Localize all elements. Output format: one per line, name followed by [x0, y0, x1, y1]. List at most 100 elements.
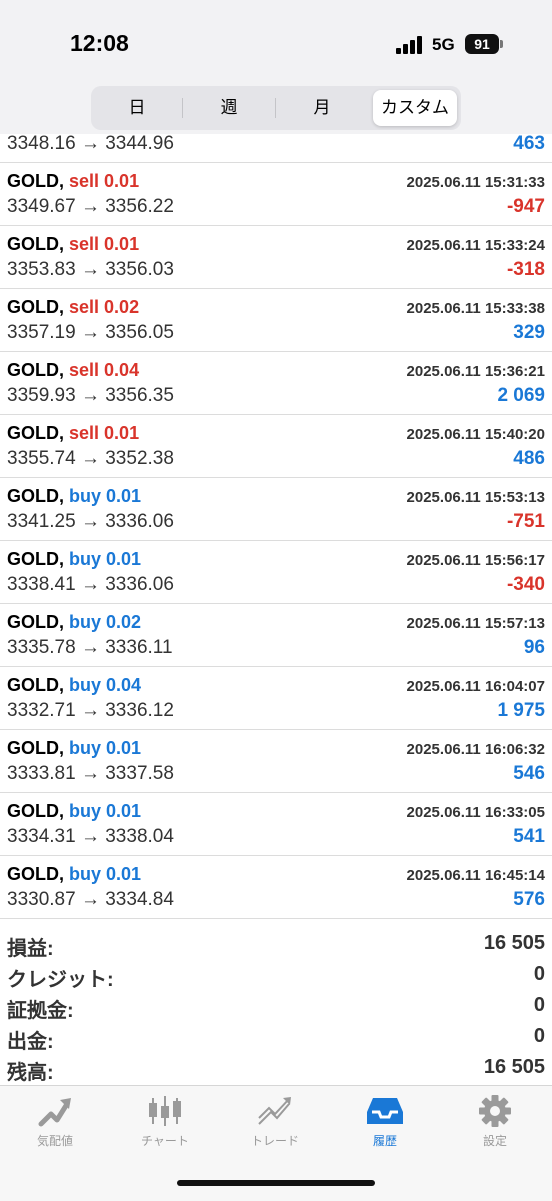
summary-value: 0 — [533, 994, 545, 1016]
tab-settings-label: 設定 — [482, 1134, 507, 1148]
trade-symbol: GOLD, — [7, 738, 64, 758]
candlestick-chart-icon — [149, 1096, 181, 1126]
trade-prices: 3333.81 → 3337.58 — [7, 763, 174, 784]
summary-value: 0 — [533, 963, 545, 985]
trade-profit: 546 — [513, 763, 545, 784]
summary-row: 証拠金: 0 — [0, 992, 552, 1023]
summary-label: クレジット: — [7, 969, 114, 991]
trade-title: GOLD, buy 0.01 — [7, 738, 141, 759]
tab-month[interactable]: 月 — [278, 90, 366, 126]
trade-prices: 3355.74 → 3352.38 — [7, 448, 174, 469]
trade-icon — [258, 1097, 291, 1125]
battery-icon: 91 — [465, 34, 499, 54]
trade-row[interactable]: GOLD, buy 0.01 2025.06.11 16:06:32 3333.81… — [0, 730, 552, 793]
trade-symbol: GOLD, — [7, 171, 64, 191]
trade-symbol: GOLD, — [7, 297, 64, 317]
trade-row[interactable]: GOLD, sell 0.02 2025.06.11 15:33:38 3357.1… — [0, 289, 552, 352]
trade-side-lot: sell 0.01 — [69, 171, 140, 191]
tab-settings[interactable]: 設定 — [440, 1094, 550, 1149]
trade-side-lot: buy 0.04 — [69, 675, 142, 695]
summary-row: 出金: 0 — [0, 1023, 552, 1054]
trade-title: GOLD, buy 0.01 — [7, 549, 141, 570]
tab-trade[interactable]: トレード — [220, 1094, 330, 1149]
summary-label: 残高: — [7, 1062, 54, 1084]
tab-history-label: 履歴 — [372, 1134, 397, 1148]
tab-day[interactable]: 日 — [95, 90, 179, 126]
tab-chart-label: チャート — [141, 1134, 189, 1148]
trade-time: 2025.06.11 15:36:21 — [406, 363, 545, 380]
trade-profit: 541 — [513, 826, 545, 847]
trade-prices: 3357.19 → 3356.05 — [7, 322, 174, 343]
trade-prices: 3334.31 → 3338.04 — [7, 826, 174, 847]
trade-row[interactable]: GOLD, buy 0.02 2025.06.11 15:57:13 3335.78… — [0, 604, 552, 667]
home-indicator — [177, 1180, 375, 1186]
trade-profit: -947 — [506, 196, 545, 217]
trade-row[interactable]: GOLD, sell 0.01 2025.06.11 15:40:20 3355.7… — [0, 415, 552, 478]
summary-label: 損益: — [7, 938, 54, 960]
summary-value: 16 505 — [483, 1056, 545, 1078]
trade-row[interactable]: GOLD, buy 0.01 2025.06.11 15:56:17 3338.41… — [0, 541, 552, 604]
trade-prices: 3353.83 → 3356.03 — [7, 259, 174, 280]
trade-time: 2025.06.11 15:53:13 — [406, 489, 545, 506]
signal-icon — [396, 36, 426, 54]
battery-cap — [500, 40, 503, 48]
trade-time: 2025.06.11 16:06:32 — [406, 741, 545, 758]
segment-divider — [275, 98, 276, 118]
trade-title: GOLD, sell 0.04 — [7, 360, 139, 381]
trade-prices: 3349.67 → 3356.22 — [7, 196, 174, 217]
tab-chart[interactable]: チャート — [110, 1094, 220, 1149]
trade-prices: 3338.41 → 3336.06 — [7, 574, 174, 595]
status-time: 12:08 — [70, 30, 129, 56]
tab-week[interactable]: 週 — [185, 90, 273, 126]
trade-side-lot: sell 0.01 — [69, 234, 140, 254]
trade-side-lot: sell 0.04 — [69, 360, 140, 380]
summary-row: 損益: 16 505 — [0, 930, 552, 961]
trade-time: 2025.06.11 15:56:17 — [406, 552, 545, 569]
trade-time: 2025.06.11 15:57:13 — [406, 615, 545, 632]
trade-prices: 3335.78 → 3336.11 — [7, 637, 173, 658]
trade-symbol: GOLD, — [7, 801, 64, 821]
tab-history[interactable]: 履歴 — [330, 1094, 440, 1149]
account-summary: 損益: 16 505 クレジット: 0 証拠金: 0 出金: 0 残高: 16 505 — [0, 930, 552, 1085]
trade-row[interactable]: GOLD, buy 0.01 2025.06.11 16:33:05 3334.31… — [0, 793, 552, 856]
trade-profit: -318 — [506, 259, 545, 280]
history-inbox-icon — [367, 1098, 403, 1124]
trade-side-lot: buy 0.01 — [69, 486, 142, 506]
tab-custom[interactable]: カスタム — [373, 90, 457, 126]
trade-symbol: GOLD, — [7, 486, 64, 506]
trade-prices: 3359.93 → 3356.35 — [7, 385, 174, 406]
trade-side-lot: buy 0.01 — [69, 549, 142, 569]
trade-row[interactable]: GOLD, buy 0.01 2025.06.11 16:45:14 3330.87… — [0, 856, 552, 919]
trade-title: GOLD, buy 0.01 — [7, 864, 141, 885]
trade-symbol: GOLD, — [7, 549, 64, 569]
trade-symbol: GOLD, — [7, 675, 64, 695]
trade-row[interactable]: GOLD, buy 0.01 2025.06.11 15:53:13 3341.25… — [0, 478, 552, 541]
trade-side-lot: buy 0.01 — [69, 738, 142, 758]
trade-profit: 329 — [513, 322, 545, 343]
trade-side-lot: buy 0.01 — [69, 801, 142, 821]
tab-trade-label: トレード — [250, 1134, 299, 1148]
trade-time: 2025.06.11 15:33:24 — [406, 237, 545, 254]
trade-time: 2025.06.11 15:33:38 — [406, 300, 545, 317]
trade-title: GOLD, buy 0.02 — [7, 612, 141, 633]
summary-value: 0 — [533, 1025, 545, 1047]
trade-prices: 3341.25 → 3336.06 — [7, 511, 174, 532]
trade-row[interactable]: GOLD, sell 0.01 2025.06.11 15:31:33 3349.6… — [0, 163, 552, 226]
tab-quotes[interactable]: 気配値 — [0, 1094, 110, 1149]
trade-row[interactable]: GOLD, sell 0.01 2025.06.11 15:33:24 3353.8… — [0, 226, 552, 289]
network-label: 5G — [432, 35, 455, 54]
trade-symbol: GOLD, — [7, 234, 64, 254]
trade-title: GOLD, sell 0.01 — [7, 423, 139, 444]
trade-symbol: GOLD, — [7, 864, 64, 884]
trade-profit: 1 975 — [497, 700, 545, 721]
header: 12:08 5G 91 日 週 月 カスタム — [0, 0, 552, 134]
summary-label: 出金: — [7, 1031, 54, 1053]
trade-time: 2025.06.11 16:33:05 — [406, 804, 545, 821]
trade-title: GOLD, buy 0.04 — [7, 675, 141, 696]
trade-prices: 3348.16 → 3344.96 — [7, 133, 174, 154]
trade-profit: 463 — [513, 133, 545, 154]
trade-row[interactable]: GOLD, buy 0.04 2025.06.11 16:04:07 3332.71… — [0, 667, 552, 730]
trade-row[interactable]: GOLD, sell 0.04 2025.06.11 15:36:21 3359.9… — [0, 352, 552, 415]
summary-row: クレジット: 0 — [0, 961, 552, 992]
trade-title: GOLD, sell 0.02 — [7, 297, 139, 318]
